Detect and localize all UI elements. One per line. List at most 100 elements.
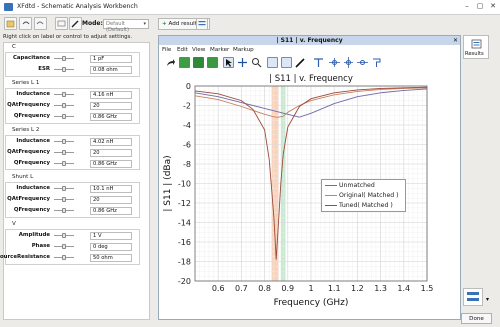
param-label: QAtFrequency <box>7 102 50 108</box>
menu-edit[interactable]: Edit <box>177 47 188 53</box>
legend-swatch <box>325 204 337 206</box>
redo-icon[interactable] <box>34 17 47 30</box>
param-slider-thumb[interactable] <box>62 233 66 238</box>
x-tick-label: 1.2 <box>351 284 364 293</box>
y-tick-label: 0 <box>186 82 191 91</box>
param-slider-thumb[interactable] <box>62 255 66 260</box>
param-label: Capacitance <box>12 55 50 61</box>
grid-icon[interactable] <box>55 17 68 30</box>
draw-pen-icon[interactable] <box>295 57 306 68</box>
param-slider-thumb[interactable] <box>62 244 66 249</box>
x-tick-label: 1.5 <box>421 284 434 293</box>
zoom-icon[interactable] <box>251 57 262 68</box>
results-icon <box>471 39 482 49</box>
layout-toggle[interactable] <box>463 288 483 306</box>
marker-delta-icon[interactable] <box>371 57 382 68</box>
param-slider-thumb[interactable] <box>62 67 66 72</box>
param-value-field[interactable]: 4.16 nH <box>90 91 132 99</box>
maximize-icon[interactable]: ▢ <box>475 2 485 11</box>
legend-label: Tuned( Matched ) <box>339 202 393 209</box>
param-value-field[interactable]: 50 ohm <box>90 254 132 262</box>
window-title-bar: XFdtd - Schematic Analysis Workbench – ▢… <box>0 0 500 15</box>
menu-markup[interactable]: Markup <box>233 47 254 53</box>
y-tick-label: -16 <box>178 238 191 247</box>
select-cursor-icon[interactable] <box>223 57 234 68</box>
param-label: Inductance <box>16 138 50 144</box>
open-file-icon[interactable] <box>4 17 17 30</box>
print-icon[interactable] <box>207 57 218 68</box>
param-slider-thumb[interactable] <box>62 139 66 144</box>
x-tick-label: 1 <box>308 284 313 293</box>
zoom-box-icon[interactable] <box>267 57 278 68</box>
done-button[interactable]: Done <box>461 313 492 324</box>
param-slider-thumb[interactable] <box>62 186 66 191</box>
marker-icon[interactable] <box>313 57 324 68</box>
param-value-field[interactable]: 0 deg <box>90 243 132 251</box>
menu-view[interactable]: View <box>192 47 205 53</box>
param-slider-thumb[interactable] <box>62 92 66 97</box>
param-slider-thumb[interactable] <box>62 197 66 202</box>
undo-icon[interactable] <box>19 17 32 30</box>
param-slider-thumb[interactable] <box>62 150 66 155</box>
fit-icon[interactable] <box>281 57 292 68</box>
mode-select-value: Default (Default) <box>106 21 130 33</box>
pan-icon[interactable] <box>237 57 248 68</box>
minimize-icon[interactable]: – <box>462 2 472 11</box>
param-label: Inductance <box>16 91 50 97</box>
section-title: Series L 2 <box>12 127 40 133</box>
param-label: Inductance <box>16 185 50 191</box>
plot-close-icon[interactable]: ✕ <box>453 37 458 44</box>
marker-peak-icon[interactable] <box>357 57 368 68</box>
plot-window: | S11 | v. Frequency ✕ File Edit View Ma… <box>158 35 461 320</box>
param-value-field[interactable]: 4.02 nH <box>90 138 132 146</box>
param-label: QFrequency <box>13 160 50 166</box>
plus-icon: + <box>162 21 167 27</box>
param-label: Phase <box>31 243 50 249</box>
param-value-field[interactable]: 0.86 GHz <box>90 207 132 215</box>
y-tick-label: -6 <box>183 141 191 150</box>
marker-y-icon[interactable] <box>343 57 354 68</box>
param-value-field[interactable]: 0.86 GHz <box>90 160 132 168</box>
param-slider-thumb[interactable] <box>62 161 66 166</box>
plot-area[interactable]: | S11 | v. Frequency 0.6 0.7 0.8 0.9 1 1.1 1.2 1… <box>159 72 460 320</box>
legend-label: Original( Matched ) <box>339 192 399 199</box>
copy-image-icon[interactable] <box>193 57 204 68</box>
legend-label: Unmatched <box>339 182 375 189</box>
param-value-field[interactable]: 20 <box>90 196 132 204</box>
param-value-field[interactable]: 20 <box>90 149 132 157</box>
param-slider-thumb[interactable] <box>62 208 66 213</box>
param-value-field[interactable]: 0.08 ohm <box>90 66 132 74</box>
param-label: QFrequency <box>13 113 50 119</box>
close-icon[interactable]: ✕ <box>488 2 498 11</box>
param-value-field[interactable]: 1 V <box>90 232 132 240</box>
param-slider-thumb[interactable] <box>62 114 66 119</box>
y-tick-label: -14 <box>178 219 191 228</box>
param-label: Amplitude <box>18 232 50 238</box>
y-tick-label: -20 <box>178 277 191 286</box>
menu-marker[interactable]: Marker <box>210 47 229 53</box>
export-arrow-icon[interactable] <box>165 57 176 68</box>
param-slider-thumb[interactable] <box>62 56 66 61</box>
param-value-field[interactable]: 1 pF <box>90 55 132 63</box>
results-tab[interactable]: Results <box>463 35 489 59</box>
param-value-field[interactable]: 0.86 GHz <box>90 113 132 121</box>
legend-entry: Original( Matched ) <box>325 192 399 199</box>
param-value-field[interactable]: 20 <box>90 102 132 110</box>
s11-chart[interactable]: | S11 | v. Frequency 0.6 0.7 0.8 0.9 1 1.1 1.2 1… <box>159 72 460 320</box>
y-tick-label: -2 <box>183 102 191 111</box>
param-slider-thumb[interactable] <box>62 103 66 108</box>
param-value-field[interactable]: 10.1 nH <box>90 185 132 193</box>
section-title: V <box>12 221 16 227</box>
y-tick-label: -12 <box>178 199 191 208</box>
legend-entry: Tuned( Matched ) <box>325 202 393 209</box>
chevron-down-icon[interactable]: ▾ <box>486 296 489 303</box>
pencil-icon[interactable] <box>69 17 82 30</box>
chevron-down-icon: ▾ <box>143 21 146 27</box>
results-list-icon[interactable] <box>196 18 208 30</box>
save-image-icon[interactable] <box>179 57 190 68</box>
marker-x-icon[interactable] <box>329 57 340 68</box>
menu-file[interactable]: File <box>162 47 171 53</box>
section-title: Shunt L <box>12 174 34 180</box>
settings-hint: Right click on label or control to adjus… <box>3 34 133 40</box>
mode-select[interactable]: Default (Default) ▾ <box>103 19 149 33</box>
